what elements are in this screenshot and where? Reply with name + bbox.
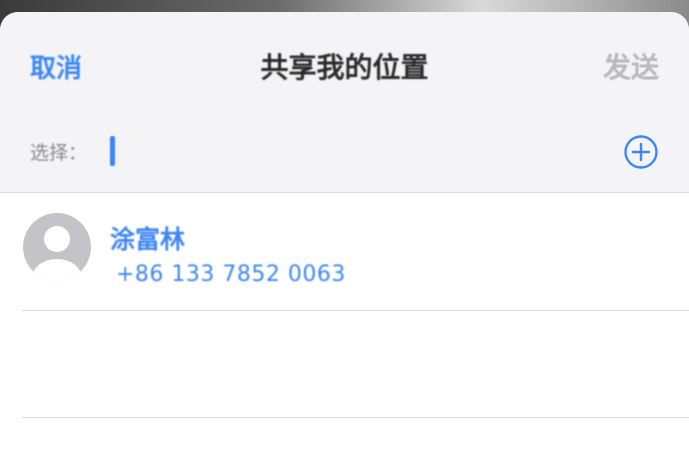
list-divider <box>22 417 689 418</box>
recipient-input[interactable] <box>95 134 495 166</box>
send-button[interactable]: 发送 <box>603 46 659 86</box>
recipient-row: 选择： <box>0 120 689 180</box>
person-silhouette-icon <box>23 213 91 281</box>
recipient-label: 选择： <box>30 142 88 164</box>
share-location-sheet: 取消 共享我的位置 发送 选择： 涂富林 +86 133 7852 0063 <box>0 12 689 458</box>
sheet-header: 取消 共享我的位置 发送 选择： <box>0 12 689 193</box>
page-title: 共享我的位置 <box>260 51 429 84</box>
add-contact-button[interactable] <box>623 134 659 170</box>
navigation-bar: 取消 共享我的位置 发送 <box>0 38 689 88</box>
cancel-button[interactable]: 取消 <box>30 48 82 85</box>
avatar <box>22 212 92 282</box>
plus-circle-icon <box>624 135 658 169</box>
contact-phone: +86 133 7852 0063 <box>116 262 346 287</box>
contact-name: 涂富林 <box>110 225 186 254</box>
list-divider <box>22 310 689 311</box>
list-item <box>0 312 689 416</box>
contact-suggestion-row[interactable]: 涂富林 +86 133 7852 0063 <box>0 202 689 302</box>
